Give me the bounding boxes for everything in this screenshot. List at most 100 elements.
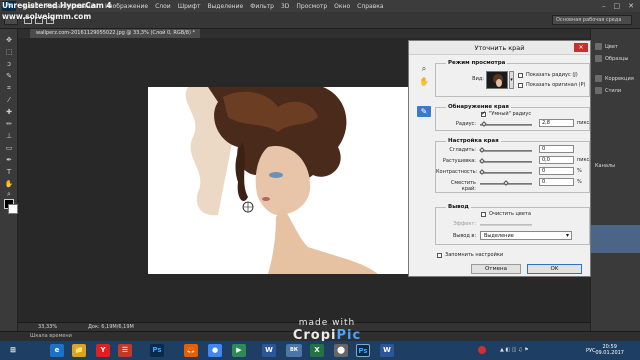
clock-date: 09.01.2017 [595,350,624,356]
panel-swatches[interactable]: Образцы [595,55,628,62]
ok-button[interactable]: OK [527,264,582,274]
taskbar-word2-icon[interactable]: W [380,344,394,357]
document-tab[interactable]: wallperz.com-20161129055022.jpg @ 33,3% … [30,29,200,38]
tools-panel: ✥ ⬚ ↄ ✎ ⌗ ⁄ ✚ ✏ ⊥ ▭ ✒ T ✋ ⌕ [0,29,18,331]
hand-icon[interactable]: ✋ [417,76,431,87]
decontaminate-label: Очистить цвета [489,211,531,217]
radius-slider[interactable] [480,121,532,127]
contrast-slider[interactable] [479,169,532,175]
window-controls: – □ ✕ [602,2,640,10]
document-canvas[interactable] [148,87,410,274]
contrast-unit: % [577,168,582,174]
smooth-input[interactable]: 0 [539,145,574,153]
system-clock[interactable]: 20:59 09.01.2017 [595,344,624,356]
selected-layer-row[interactable] [591,225,640,253]
taskbar-firefox-icon[interactable]: 🦊 [184,344,198,357]
menu-3d[interactable]: 3D [281,3,289,10]
taskbar-vk-icon[interactable]: ВК [286,344,302,357]
dialog-title: Уточнить край [474,44,525,52]
taskbar-photoshop-active-icon[interactable]: Ps [356,344,370,357]
remember-settings-checkbox[interactable] [437,253,442,258]
shift-edge-slider[interactable] [480,180,532,186]
document-info[interactable]: Док: 6,19M/6,19M [88,323,134,331]
hand-tool-icon[interactable]: ✋ [3,179,15,189]
show-radius-checkbox[interactable] [518,73,523,78]
zoom-level[interactable]: 33,33% [38,323,57,331]
move-tool-icon[interactable]: ✥ [3,35,15,45]
refine-radius-brush-icon[interactable]: ✎ [417,106,431,117]
taskbar-excel-icon[interactable]: X [310,344,324,357]
menu-select[interactable]: Выделение [207,3,243,10]
stamp-tool-icon[interactable]: ⊥ [3,131,15,141]
decontaminate-checkbox[interactable] [481,212,486,217]
dialog-tools: ⌕ ✋ ✎ [415,63,437,213]
maximize-button[interactable]: □ [614,2,621,10]
taskbar-media-icon[interactable]: ▶ [232,344,246,357]
smooth-slider-knob[interactable] [479,147,485,153]
lasso-tool-icon[interactable]: ↄ [3,59,15,69]
dialog-close-button[interactable]: ✕ [574,43,588,52]
crop-tool-icon[interactable]: ⌗ [3,83,15,93]
zoom-icon[interactable]: ⌕ [417,63,431,74]
panel-adjustments[interactable]: Коррекция [595,75,634,82]
menu-type[interactable]: Шрифт [178,3,201,10]
contrast-input[interactable]: 0 [539,167,574,175]
panel-color[interactable]: Цвет [595,43,618,50]
smooth-slider[interactable] [479,147,532,153]
taskbar-yandex-icon[interactable]: Y [96,344,110,357]
show-radius-label: Показать радиус (J) [526,72,578,78]
workspace-select[interactable]: Основная рабочая среда [552,15,632,25]
type-tool-icon[interactable]: T [3,167,15,177]
adjust-edge-group: Настройка края Сгладить: 0 Растушевка: 0… [435,138,591,193]
show-original-checkbox[interactable] [518,83,523,88]
zoom-tool-icon[interactable]: ⌕ [3,189,15,199]
taskbar-photoshop-icon[interactable]: Ps [150,344,164,357]
healing-tool-icon[interactable]: ✚ [3,107,15,117]
radius-input[interactable]: 2,8 [539,119,574,127]
feather-unit: пикс. [577,157,591,163]
feather-slider-knob[interactable] [479,158,485,164]
brush-tool-icon[interactable]: ✏ [3,119,15,129]
taskbar-word-icon[interactable]: W [262,344,276,357]
menu-view[interactable]: Просмотр [296,3,327,10]
panel-styles[interactable]: Стили [595,87,621,94]
feather-slider[interactable] [479,158,532,164]
pen-tool-icon[interactable]: ✒ [3,155,15,165]
feather-input[interactable]: 0,0 [539,156,574,164]
eraser-tool-icon[interactable]: ▭ [3,143,15,153]
smart-radius-checkbox[interactable] [481,110,486,117]
marquee-tool-icon[interactable]: ⬚ [3,47,15,57]
panel-channels-tab[interactable]: Каналы [595,163,615,169]
contrast-slider-knob[interactable] [479,169,485,175]
adjust-edge-title: Настройка края [446,138,501,144]
tray-icons[interactable]: ▲ ◧ ◫ ♫ ⚑ [500,347,560,354]
view-mode-dropdown-arrow[interactable]: ▾ [509,71,514,89]
background-color-swatch[interactable] [8,204,18,214]
portrait-image [185,87,378,274]
menu-window[interactable]: Окно [334,3,350,10]
shift-edge-label: Сместить край: [450,180,476,192]
tray-antivirus-icon[interactable] [478,346,486,354]
menu-filter[interactable]: Фильтр [250,3,274,10]
radius-slider-knob[interactable] [481,121,488,127]
taskbar-chrome-icon[interactable]: ● [208,344,222,357]
view-mode-title: Режим просмотра [446,60,508,66]
taskbar-recorder-icon[interactable]: ⬤ [334,344,348,357]
minimize-button[interactable]: – [602,2,606,10]
shift-edge-slider-knob[interactable] [503,180,509,186]
language-indicator[interactable]: РУС [586,348,596,354]
menu-layers[interactable]: Слои [155,3,171,10]
menu-help[interactable]: Справка [357,3,383,10]
output-to-select[interactable]: Выделение [480,231,572,240]
taskbar-ie-icon[interactable]: e [50,344,64,357]
close-window-button[interactable]: ✕ [628,2,634,10]
start-button[interactable]: ⊞ [4,344,22,357]
quick-select-tool-icon[interactable]: ✎ [3,71,15,81]
swatches-panel-icon [595,55,602,62]
taskbar-explorer-icon[interactable]: 📁 [72,344,86,357]
shift-edge-input[interactable]: 0 [539,178,574,186]
taskbar-app-icon[interactable]: ☰ [118,344,132,357]
cancel-button[interactable]: Отмена [471,264,521,274]
view-mode-preview[interactable] [486,71,508,89]
eyedropper-tool-icon[interactable]: ⁄ [3,95,15,105]
